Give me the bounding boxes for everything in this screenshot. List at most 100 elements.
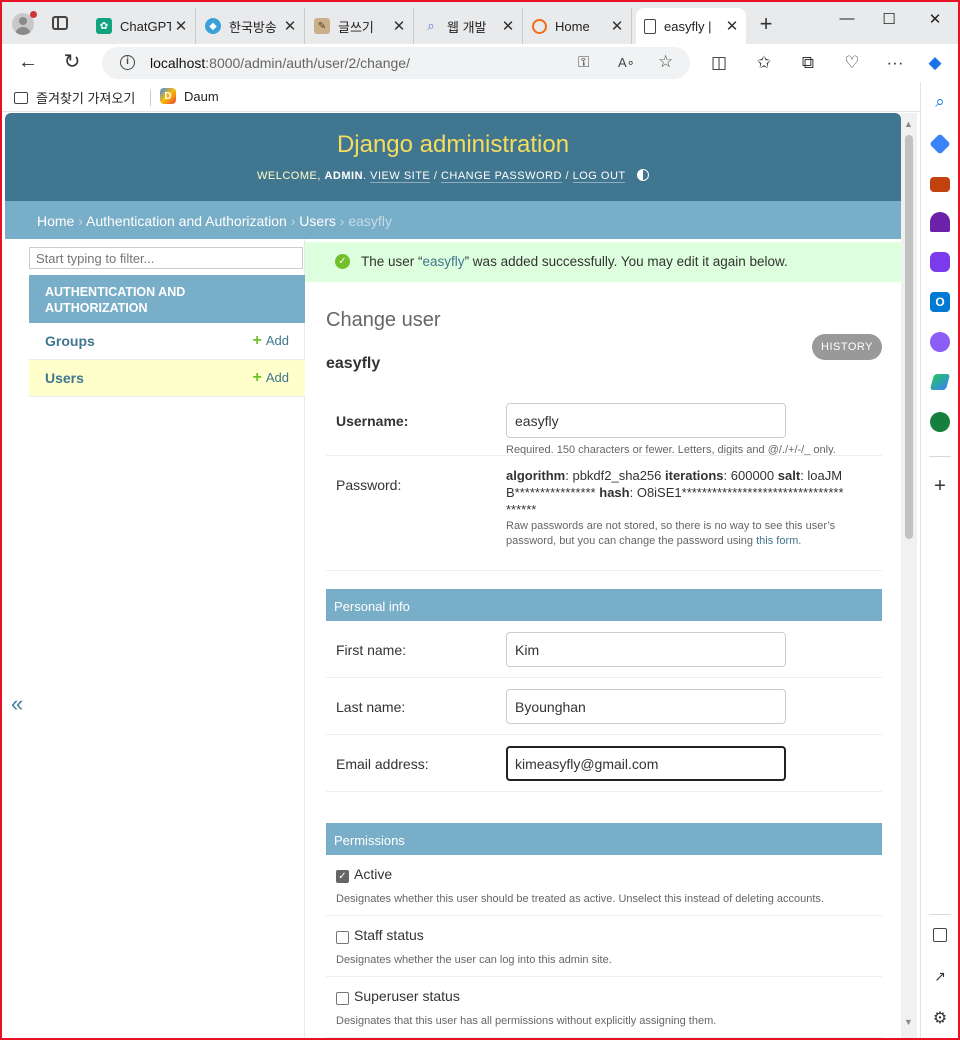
back-icon[interactable]: ← — [16, 52, 40, 72]
scroll-up-icon[interactable]: ▲ — [904, 119, 913, 129]
sidebar-games-icon[interactable] — [930, 212, 950, 232]
superuser-label[interactable]: Superuser status — [354, 988, 460, 1004]
sidebar-hide-icon[interactable] — [933, 928, 947, 942]
breadcrumb-app[interactable]: Authentication and Authorization — [86, 213, 287, 229]
staff-label[interactable]: Staff status — [354, 927, 424, 943]
tab-web-dev[interactable]: ⌕ 웹 개발 ✕ — [415, 8, 523, 44]
password-form-link[interactable]: this form — [756, 535, 798, 547]
browser-essentials-icon[interactable]: ♡ — [841, 53, 863, 73]
password-label: Password: — [336, 477, 402, 493]
browser-window: ✿ ChatGPT ✕ ◆ 한국방송 ✕ ✎ 글쓰기 ✕ ⌕ 웹 개발 ✕ Ho… — [2, 2, 958, 1038]
read-aloud-icon[interactable]: A∘ — [618, 55, 635, 71]
username-label: Username: — [336, 413, 409, 429]
site-info-icon[interactable]: i — [120, 55, 135, 70]
password-help: Raw passwords are not stored, so there i… — [506, 520, 836, 547]
log-out-link[interactable]: Log out — [572, 170, 626, 183]
scroll-down-icon[interactable]: ▼ — [904, 1017, 913, 1027]
nav-collapse-toggle[interactable]: « — [11, 691, 23, 717]
close-window-icon[interactable]: ✕ — [920, 10, 950, 28]
maximize-icon[interactable]: ☐ — [874, 10, 904, 28]
iterations-value: 600000 — [730, 468, 775, 483]
users-link[interactable]: Users — [45, 370, 253, 386]
close-tab-icon[interactable]: ✕ — [722, 17, 742, 35]
staff-help: Designates whether the user can log into… — [336, 954, 612, 966]
key-icon[interactable]: ⚿ — [578, 54, 589, 71]
users-add-link[interactable]: + Add — [253, 369, 289, 387]
split-screen-icon[interactable]: ◫ — [708, 53, 730, 73]
favorites-daum-item[interactable]: D Daum — [160, 88, 219, 104]
algorithm-value: pbkdf2_sha256 — [572, 468, 662, 483]
active-label[interactable]: Active — [354, 866, 392, 882]
last-name-input[interactable]: Byounghan — [506, 689, 786, 724]
tab-title: Home — [555, 18, 590, 34]
sidebar-send-icon[interactable] — [929, 374, 951, 390]
username-text: admin — [324, 170, 364, 182]
sidebar-add-icon[interactable]: + — [930, 476, 950, 496]
sidebar-tree-icon[interactable] — [930, 412, 950, 432]
tab-home[interactable]: Home ✕ — [524, 8, 632, 44]
search-icon: ⌕ — [427, 18, 435, 33]
favorites-icon[interactable]: ✩ — [753, 53, 775, 73]
history-button[interactable]: History — [812, 334, 882, 360]
password-row: Password: algorithm: pbkdf2_sha256 itera… — [326, 455, 882, 571]
minimize-icon[interactable]: — — [832, 10, 862, 27]
favorites-import-item[interactable]: 즐겨찾기 가져오기 — [14, 88, 135, 107]
iterations-key: iterations — [665, 468, 724, 483]
collections-icon[interactable]: ⧉ — [797, 53, 819, 73]
theme-toggle-icon[interactable] — [636, 169, 649, 181]
app-caption[interactable]: Authentication and Authorization — [29, 275, 305, 323]
groups-add-link[interactable]: + Add — [253, 332, 289, 350]
refresh-icon[interactable]: ↻ — [60, 52, 84, 72]
salt-key: salt — [777, 468, 801, 483]
active-checkbox[interactable]: ✓ — [336, 870, 349, 883]
close-tab-icon[interactable]: ✕ — [498, 17, 518, 35]
close-tab-icon[interactable]: ✕ — [607, 17, 627, 35]
sidebar-open-external-icon[interactable]: ↗ — [930, 968, 950, 988]
first-name-input[interactable]: Kim — [506, 632, 786, 667]
close-tab-icon[interactable]: ✕ — [280, 17, 300, 35]
superuser-checkbox[interactable] — [336, 992, 349, 1005]
copilot-icon[interactable]: ◆ — [924, 53, 946, 73]
import-favorites-icon — [14, 91, 28, 104]
tab-broadcast[interactable]: ◆ 한국방송 ✕ — [197, 8, 305, 44]
sidebar-search-icon[interactable]: ⌕ — [930, 92, 950, 112]
close-tab-icon[interactable]: ✕ — [171, 17, 191, 35]
tab-chatgpt[interactable]: ✿ ChatGPT ✕ — [88, 8, 196, 44]
active-row: ✓ Active Designates whether this user sh… — [326, 855, 882, 916]
last-name-label: Last name: — [336, 699, 406, 715]
writing-icon: ✎ — [314, 18, 330, 34]
address-bar[interactable]: i localhost:8000/admin/auth/user/2/chang… — [102, 47, 690, 79]
view-site-link[interactable]: View site — [370, 170, 431, 183]
main-content: ✓ The user “easyfly” was added successfu… — [305, 239, 901, 1038]
scroll-thumb[interactable] — [905, 135, 913, 539]
breadcrumb-model[interactable]: Users — [299, 213, 336, 229]
site-title[interactable]: Django administration — [5, 131, 901, 159]
nav-filter-input[interactable] — [29, 247, 303, 269]
sidebar-m365-icon[interactable] — [930, 252, 950, 272]
close-tab-icon[interactable]: ✕ — [389, 17, 409, 35]
sidebar-settings-icon[interactable]: ⚙ — [930, 1008, 950, 1028]
favorite-star-icon[interactable]: ☆ — [658, 52, 673, 72]
sidebar-designer-icon[interactable] — [930, 332, 950, 352]
change-password-link[interactable]: Change password — [440, 170, 562, 183]
welcome-text: Welcome, — [257, 170, 321, 182]
sidebar-outlook-icon[interactable]: O — [930, 292, 950, 312]
broadcast-icon: ◆ — [205, 18, 221, 34]
more-menu-icon[interactable]: ··· — [884, 53, 906, 73]
tab-actions-icon[interactable] — [52, 16, 68, 30]
groups-link[interactable]: Groups — [45, 333, 253, 349]
email-input[interactable]: kimeasyfly@gmail.com — [506, 746, 786, 781]
staff-checkbox[interactable] — [336, 931, 349, 944]
last-name-row: Last name: Byounghan — [326, 678, 882, 735]
tab-writing[interactable]: ✎ 글쓰기 ✕ — [306, 8, 414, 44]
message-user-link[interactable]: easyfly — [423, 254, 465, 269]
success-message: ✓ The user “easyfly” was added successfu… — [305, 242, 901, 282]
tab-easyfly-active[interactable]: easyfly | ✕ — [636, 8, 746, 44]
user-tools: Welcome, admin. View site / Change passw… — [5, 169, 901, 183]
new-tab-icon[interactable]: + — [754, 13, 778, 35]
sidebar-shopping-icon[interactable] — [929, 133, 951, 155]
sidebar-tools-icon[interactable] — [930, 177, 950, 192]
breadcrumb-home[interactable]: Home — [37, 213, 74, 229]
username-input[interactable]: easyfly — [506, 403, 786, 438]
page-scrollbar[interactable]: ▲ ▼ — [901, 113, 917, 1038]
